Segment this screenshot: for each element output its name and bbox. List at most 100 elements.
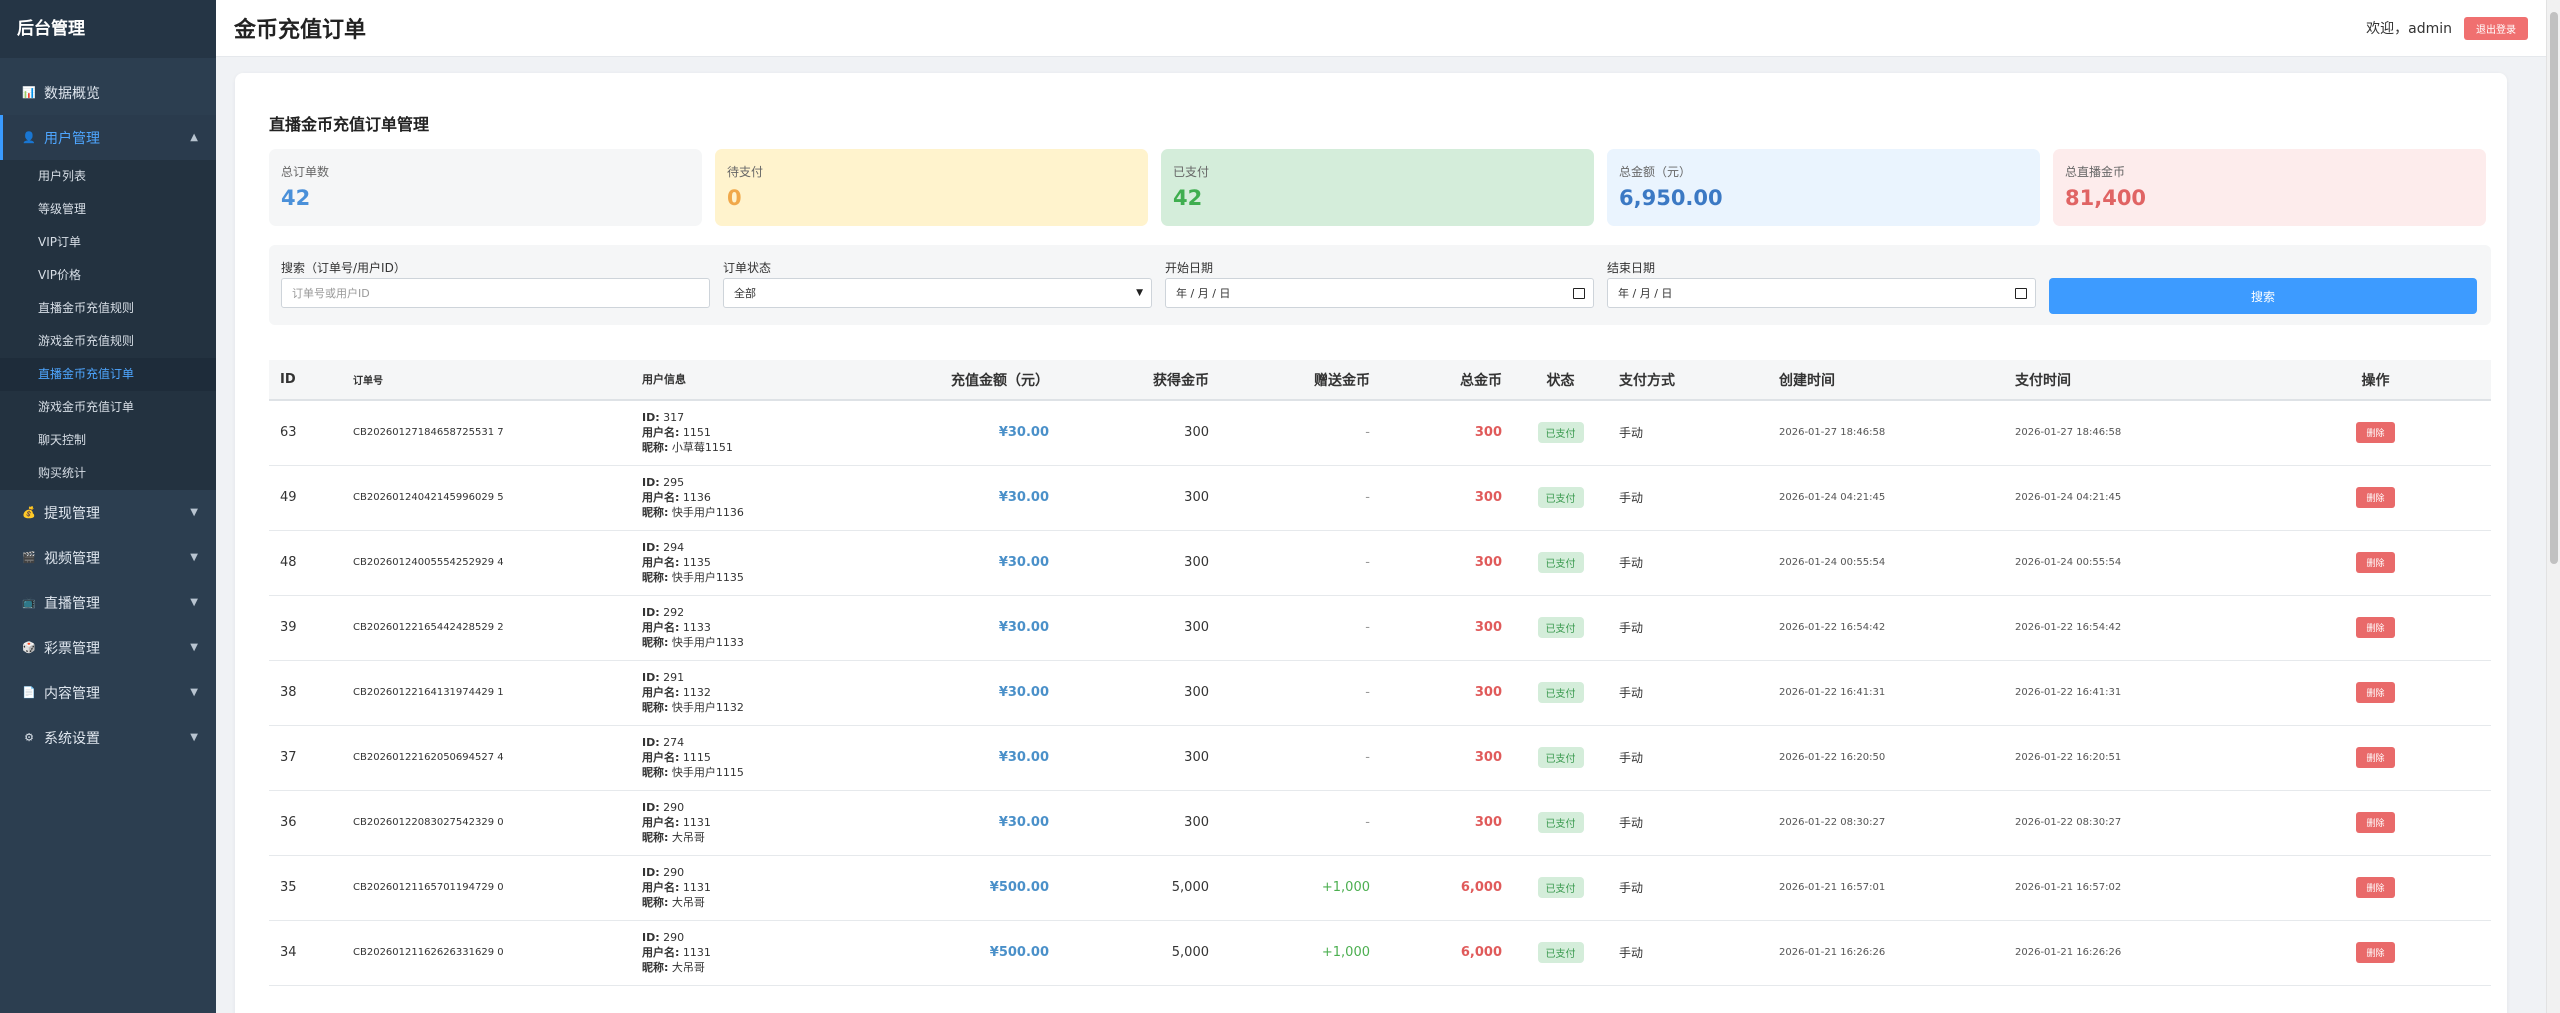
vertical-scrollbar[interactable] [2546,0,2560,1013]
status-badge: 已支付 [1537,747,1584,768]
delete-button[interactable]: 删除 [2356,812,2395,833]
cell-paid: 2026-01-24 00:55:54 [2004,530,2260,596]
nickname-label: 昵称: [642,701,669,714]
logout-button[interactable]: 退出登录 [2464,16,2528,40]
delete-button[interactable]: 删除 [2356,617,2395,638]
cell-status: 已支付 [1513,790,1608,856]
delete-button[interactable]: 删除 [2356,422,2395,444]
delete-button[interactable]: 删除 [2356,682,2395,703]
status-badge: 已支付 [1537,552,1584,573]
table-row: 49 CB20260124042145996029 5 ID: 295 用户名: 11… [269,465,2491,531]
cell-coins: 300 [1060,790,1220,856]
calendar-icon[interactable] [1573,287,1585,299]
cell-amount: ¥30.00 [890,595,1060,661]
delete-button[interactable]: 删除 [2356,552,2395,573]
username-label: 用户名: [642,881,680,894]
submenu-item-live-coin-rules[interactable]: 直播金币充值规则 [0,292,216,325]
cell-user-info: ID: 291 用户名: 1132 昵称: 快手用户1132 [631,660,890,726]
submenu-item-user-list[interactable]: 用户列表 [0,160,216,193]
user-id-label: ID: [642,866,660,879]
sidebar-item-settings[interactable]: ⚙ 系统设置 ▼ [0,715,216,760]
welcome-text: 欢迎，admin [2366,21,2452,37]
submenu-item-chat-control[interactable]: 聊天控制 [0,424,216,457]
sidebar-item-users[interactable]: 👤 用户管理 ▲ [0,115,216,160]
sidebar-item-label: 用户管理 [44,130,100,147]
stat-pending: 待支付 0 [715,149,1148,226]
start-date-input[interactable]: 年 / 月 / 日 [1165,278,1594,308]
cell-id: 49 [269,465,342,531]
user-id-label: ID: [642,736,660,749]
nickname-line: 昵称: 快手用户1115 [642,765,879,780]
orders-table: ID 订单号 用户信息 充值金额（元） 获得金币 赠送金币 总金币 状态 支付方… [269,360,2491,1013]
cell-bonus: - [1220,790,1381,856]
page-title: 金币充值订单 [234,18,367,43]
table-row: 37 CB20260122162050694527 4 ID: 274 用户名: 11… [269,725,2491,791]
calendar-icon[interactable] [2015,287,2027,299]
sidebar-item-lottery[interactable]: 🎲 彩票管理 ▼ [0,625,216,670]
cell-amount: ¥30.00 [890,400,1060,466]
cell-bonus: - [1220,400,1381,466]
cell-bonus: +1,000 [1220,920,1381,986]
submenu-item-purchase-stats[interactable]: 购买统计 [0,457,216,490]
status-badge: 已支付 [1537,877,1584,898]
status-badge: 已支付 [1537,422,1584,444]
username-label: 用户名: [642,816,680,829]
delete-button[interactable]: 删除 [2356,942,2395,963]
chevron-down-icon: ▼ [1136,288,1143,298]
search-input[interactable]: 订单号或用户ID [281,278,710,308]
table-row: 35 CB20260121165701194729 0 ID: 290 用户名: 11… [269,855,2491,921]
table-row: 39 CB20260122165442428529 2 ID: 292 用户名: 11… [269,595,2491,661]
end-date-input[interactable]: 年 / 月 / 日 [1607,278,2036,308]
sidebar-item-live[interactable]: 📺 直播管理 ▼ [0,580,216,625]
status-label: 订单状态 [723,261,772,275]
sidebar-item-withdraw[interactable]: 💰 提现管理 ▼ [0,490,216,535]
cell-coins: 300 [1060,660,1220,726]
cell-user-info: ID: 292 用户名: 1133 昵称: 快手用户1133 [631,595,890,661]
cell-amount: ¥30.00 [890,790,1060,856]
username-value: 1131 [682,881,711,894]
delete-button[interactable]: 删除 [2356,487,2395,508]
submenu-item-level[interactable]: 等级管理 [0,193,216,226]
cell-coins: 300 [1060,400,1220,466]
cell-paid [2004,985,2260,1013]
cell-pay-method: 手动 [1608,400,1768,466]
cell-amount: ¥500.00 [890,855,1060,921]
cell-actions: 删除 [2260,530,2491,596]
status-select[interactable]: 全部 ▼ [723,278,1152,308]
nickname-line: 昵称: 小草莓1151 [642,440,879,455]
delete-button[interactable]: 删除 [2356,747,2395,768]
nickname-label: 昵称: [642,766,669,779]
cell-total: 300 [1381,400,1513,466]
submenu-item-game-coin-rules[interactable]: 游戏金币充值规则 [0,325,216,358]
submenu-item-game-coin-orders[interactable]: 游戏金币充值订单 [0,391,216,424]
cell-actions: 删除 [2260,660,2491,726]
status-selected-value: 全部 [734,287,756,300]
sidebar-item-content[interactable]: 📄 内容管理 ▼ [0,670,216,715]
cell-status [1513,985,1608,1013]
nickname-line: 昵称: 快手用户1135 [642,570,879,585]
submenu-item-live-coin-orders[interactable]: 直播金币充值订单 [0,358,216,391]
username-line: 用户名: 1115 [642,750,879,765]
delete-button[interactable]: 删除 [2356,877,2395,898]
cell-bonus: +1,000 [1220,855,1381,921]
sidebar-item-video[interactable]: 🎬 视频管理 ▼ [0,535,216,580]
cell-amount: ¥30.00 [890,725,1060,791]
start-date-group: 开始日期 年 / 月 / 日 [1165,259,1594,311]
sidebar: 后台管理 📊 数据概览 👤 用户管理 ▲ 用户列表 等级管理 VIP订单 VIP… [0,0,216,1013]
sidebar-item-dashboard[interactable]: 📊 数据概览 [0,70,216,115]
stat-value: 0 [727,186,742,210]
submenu-item-vip-orders[interactable]: VIP订单 [0,226,216,259]
cell-order-no: CB20260122162050694527 4 [342,725,631,791]
cell-created: 2026-01-21 16:26:26 [1768,920,2004,986]
cell-pay-method: 手动 [1608,465,1768,531]
scrollbar-thumb[interactable] [2550,12,2558,564]
cell-coins [1060,985,1220,1013]
search-button[interactable]: 搜索 [2049,278,2477,314]
stats-row: 总订单数 42 待支付 0 已支付 42 总金额（元） 6,950.00 总直播… [269,149,2499,226]
search-placeholder: 订单号或用户ID [292,287,370,300]
nickname-label: 昵称: [642,571,669,584]
cell-order-no [342,985,631,1013]
cell-bonus: - [1220,660,1381,726]
submenu-item-vip-price[interactable]: VIP价格 [0,259,216,292]
cell-user-info: ID: 290 用户名: 1131 昵称: 大吊哥 [631,790,890,856]
